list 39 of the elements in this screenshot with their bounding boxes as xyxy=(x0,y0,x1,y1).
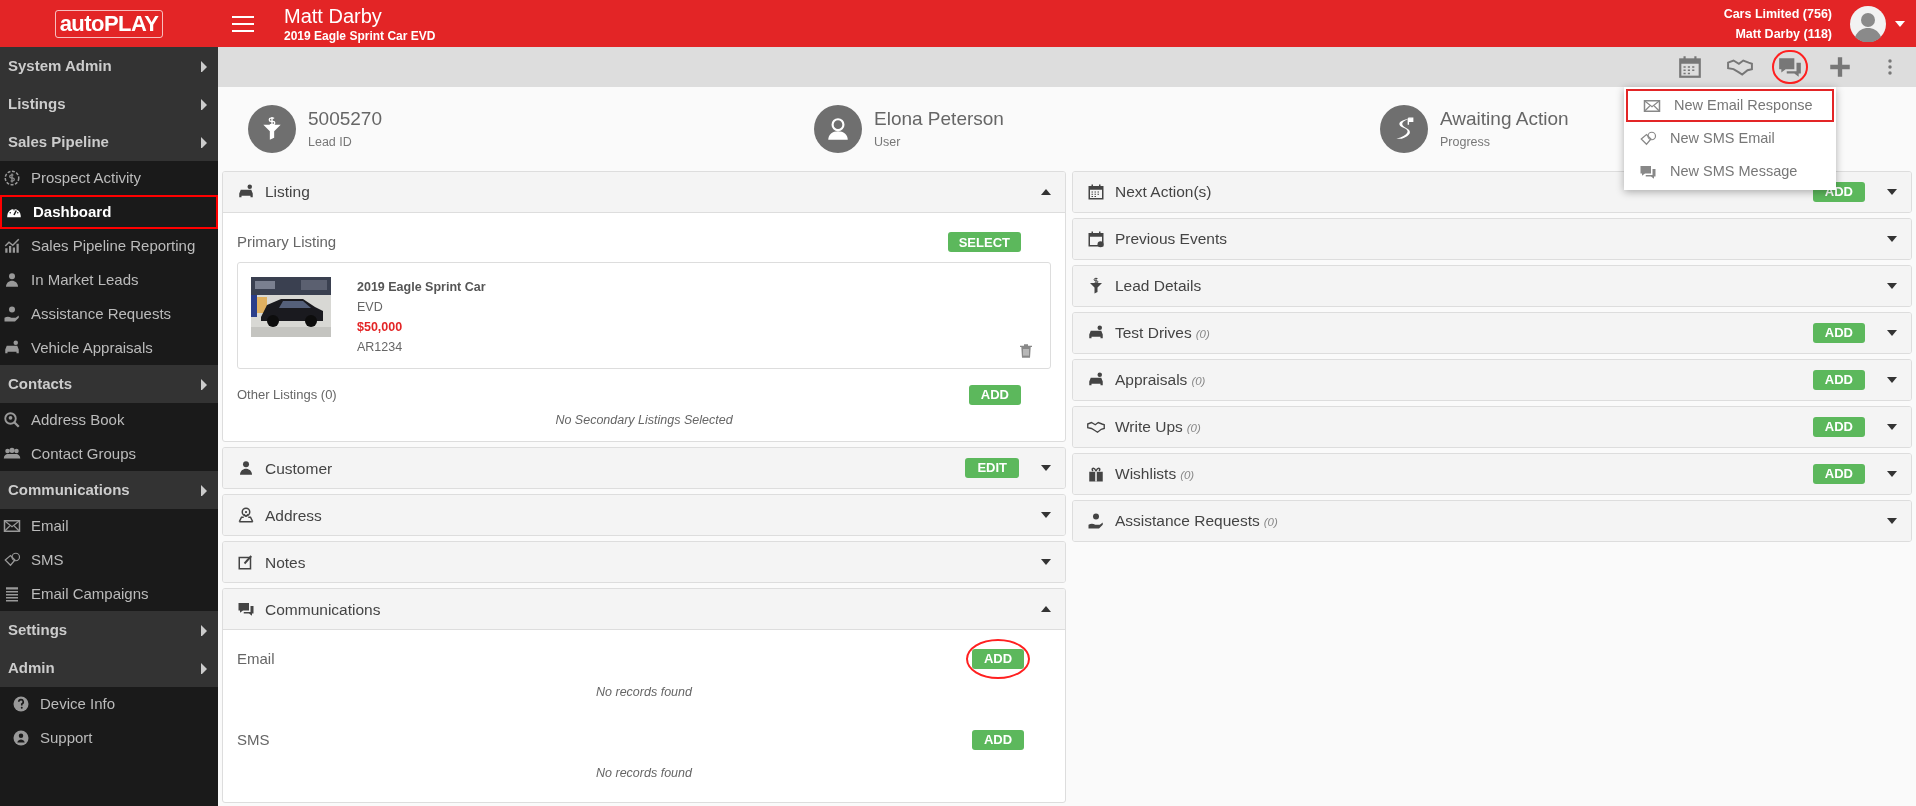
summary-label: Lead ID xyxy=(308,134,353,151)
panel-title: Address xyxy=(265,505,322,526)
count-label: (0) xyxy=(1263,514,1278,530)
listing-price: $50,000 xyxy=(357,318,404,336)
count-label: (0) xyxy=(1180,467,1195,483)
section-label: Email xyxy=(237,649,275,669)
listing-variant: EVD xyxy=(357,298,384,316)
summary-value: 5005270 xyxy=(308,107,382,131)
count-label: (0) xyxy=(1195,326,1210,342)
panel-title: Lead Details xyxy=(1115,276,1202,297)
section-label: Primary Listing xyxy=(237,232,337,252)
panel-title: Write Ups xyxy=(1115,417,1183,438)
count-label: (0) xyxy=(1191,373,1206,389)
summary-label: Progress xyxy=(1440,134,1492,151)
empty-message: No records found xyxy=(596,684,692,702)
summary-value: Elona Peterson xyxy=(874,107,1004,131)
section-label: SMS xyxy=(237,730,270,750)
empty-message: No Secondary Listings Selected xyxy=(555,411,733,429)
panel-title: Next Action(s) xyxy=(1115,182,1212,203)
panel-title: Communications xyxy=(265,599,381,620)
header-title: Matt Darby xyxy=(284,3,383,28)
panel-title: Notes xyxy=(265,552,306,573)
listing-title: 2019 Eagle Sprint Car xyxy=(357,278,486,296)
panel-title: Test Drives xyxy=(1115,323,1192,344)
panel-title: Customer xyxy=(265,458,333,479)
summary-value: Awaiting Action xyxy=(1440,107,1569,131)
empty-message: No records found xyxy=(596,765,692,783)
account-label: Cars Limited (756) xyxy=(1723,5,1832,23)
panel-title: Assistance Requests xyxy=(1115,511,1260,532)
summary-label: User xyxy=(874,134,902,151)
account-label: Matt Darby (118) xyxy=(1735,25,1832,43)
panel-title: Appraisals xyxy=(1115,370,1188,391)
header-subtitle: 2019 Eagle Sprint Car EVD xyxy=(284,27,436,44)
count-label: (0) xyxy=(1186,420,1201,436)
section-label: Other Listings (0) xyxy=(237,385,337,404)
panel-title: Wishlists xyxy=(1115,464,1177,485)
stock-number: AR1234 xyxy=(357,338,404,356)
panel-title: Listing xyxy=(265,182,310,203)
panel-title: Previous Events xyxy=(1115,229,1227,250)
